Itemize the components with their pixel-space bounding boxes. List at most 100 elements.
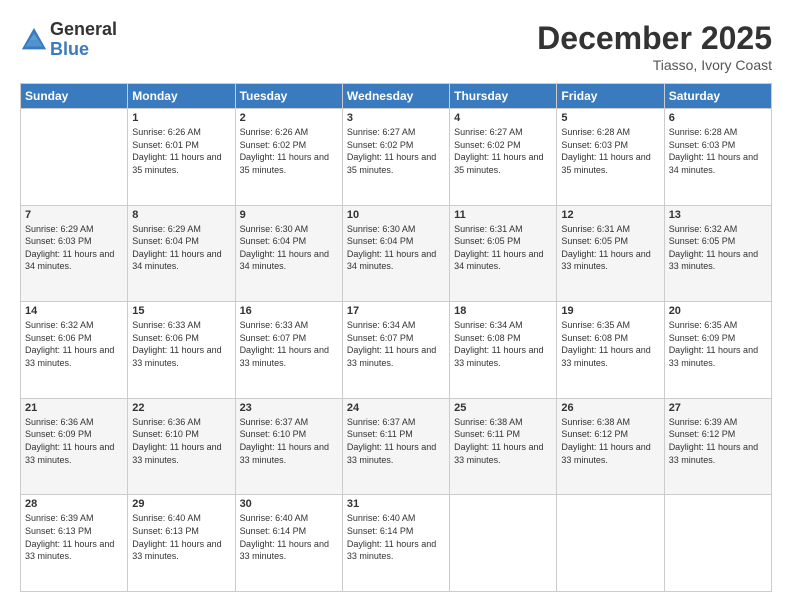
- calendar: SundayMondayTuesdayWednesdayThursdayFrid…: [20, 83, 772, 592]
- day-info: Sunrise: 6:35 AMSunset: 6:09 PMDaylight:…: [669, 319, 767, 369]
- header-day: Tuesday: [235, 84, 342, 109]
- day-number: 19: [561, 305, 659, 317]
- day-info: Sunrise: 6:32 AMSunset: 6:05 PMDaylight:…: [669, 223, 767, 273]
- month-title: December 2025: [537, 20, 772, 57]
- day-info: Sunrise: 6:32 AMSunset: 6:06 PMDaylight:…: [25, 319, 123, 369]
- header-day: Friday: [557, 84, 664, 109]
- day-info: Sunrise: 6:33 AMSunset: 6:06 PMDaylight:…: [132, 319, 230, 369]
- day-number: 11: [454, 209, 552, 221]
- header-day: Sunday: [21, 84, 128, 109]
- calendar-cell: 5 Sunrise: 6:28 AMSunset: 6:03 PMDaylight…: [557, 109, 664, 206]
- day-info: Sunrise: 6:27 AMSunset: 6:02 PMDaylight:…: [347, 126, 445, 176]
- calendar-cell: 8 Sunrise: 6:29 AMSunset: 6:04 PMDaylight…: [128, 205, 235, 302]
- calendar-cell: 19 Sunrise: 6:35 AMSunset: 6:08 PMDayligh…: [557, 302, 664, 399]
- calendar-week: 21Sunrise: 6:36 AMSunset: 6:09 PMDayligh…: [21, 398, 772, 495]
- day-number: 13: [669, 209, 767, 221]
- day-number: 16: [240, 305, 338, 317]
- logo-blue: Blue: [50, 40, 117, 60]
- calendar-cell: 9 Sunrise: 6:30 AMSunset: 6:04 PMDaylight…: [235, 205, 342, 302]
- calendar-cell: 14 Sunrise: 6:32 AMSunset: 6:06 PMDayligh…: [21, 302, 128, 399]
- day-info: Sunrise: 6:38 AMSunset: 6:12 PMDaylight:…: [561, 416, 659, 466]
- logo-text: General Blue: [50, 20, 117, 60]
- day-number: 9: [240, 209, 338, 221]
- calendar-cell: 21Sunrise: 6:36 AMSunset: 6:09 PMDayligh…: [21, 398, 128, 495]
- day-number: 21: [25, 402, 123, 414]
- calendar-cell: 25Sunrise: 6:38 AMSunset: 6:11 PMDayligh…: [450, 398, 557, 495]
- day-number: 8: [132, 209, 230, 221]
- day-info: Sunrise: 6:30 AMSunset: 6:04 PMDaylight:…: [347, 223, 445, 273]
- calendar-cell: 18Sunrise: 6:34 AMSunset: 6:08 PMDayligh…: [450, 302, 557, 399]
- calendar-cell: [21, 109, 128, 206]
- logo-icon: [20, 26, 48, 54]
- day-number: 29: [132, 498, 230, 510]
- location: Tiasso, Ivory Coast: [537, 57, 772, 73]
- day-number: 12: [561, 209, 659, 221]
- day-number: 22: [132, 402, 230, 414]
- day-info: Sunrise: 6:26 AMSunset: 6:01 PMDaylight:…: [132, 126, 230, 176]
- day-info: Sunrise: 6:36 AMSunset: 6:10 PMDaylight:…: [132, 416, 230, 466]
- day-number: 4: [454, 112, 552, 124]
- day-number: 3: [347, 112, 445, 124]
- day-number: 28: [25, 498, 123, 510]
- day-info: Sunrise: 6:39 AMSunset: 6:13 PMDaylight:…: [25, 512, 123, 562]
- day-info: Sunrise: 6:37 AMSunset: 6:11 PMDaylight:…: [347, 416, 445, 466]
- calendar-cell: 22 Sunrise: 6:36 AMSunset: 6:10 PMDayligh…: [128, 398, 235, 495]
- header-day: Monday: [128, 84, 235, 109]
- day-number: 15: [132, 305, 230, 317]
- day-number: 2: [240, 112, 338, 124]
- logo: General Blue: [20, 20, 117, 60]
- calendar-cell: [450, 495, 557, 592]
- day-info: Sunrise: 6:26 AMSunset: 6:02 PMDaylight:…: [240, 126, 338, 176]
- calendar-cell: 30 Sunrise: 6:40 AMSunset: 6:14 PMDayligh…: [235, 495, 342, 592]
- day-number: 23: [240, 402, 338, 414]
- calendar-cell: 3 Sunrise: 6:27 AMSunset: 6:02 PMDaylight…: [342, 109, 449, 206]
- day-info: Sunrise: 6:28 AMSunset: 6:03 PMDaylight:…: [561, 126, 659, 176]
- calendar-cell: 15 Sunrise: 6:33 AMSunset: 6:06 PMDayligh…: [128, 302, 235, 399]
- day-info: Sunrise: 6:40 AMSunset: 6:14 PMDaylight:…: [347, 512, 445, 562]
- logo-general: General: [50, 20, 117, 40]
- day-info: Sunrise: 6:29 AMSunset: 6:04 PMDaylight:…: [132, 223, 230, 273]
- day-info: Sunrise: 6:38 AMSunset: 6:11 PMDaylight:…: [454, 416, 552, 466]
- day-number: 18: [454, 305, 552, 317]
- day-info: Sunrise: 6:39 AMSunset: 6:12 PMDaylight:…: [669, 416, 767, 466]
- calendar-week: 1 Sunrise: 6:26 AMSunset: 6:01 PMDaylight…: [21, 109, 772, 206]
- day-number: 27: [669, 402, 767, 414]
- day-info: Sunrise: 6:28 AMSunset: 6:03 PMDaylight:…: [669, 126, 767, 176]
- day-number: 24: [347, 402, 445, 414]
- calendar-cell: 6Sunrise: 6:28 AMSunset: 6:03 PMDaylight…: [664, 109, 771, 206]
- calendar-cell: 7Sunrise: 6:29 AMSunset: 6:03 PMDaylight…: [21, 205, 128, 302]
- day-number: 10: [347, 209, 445, 221]
- day-number: 5: [561, 112, 659, 124]
- day-info: Sunrise: 6:29 AMSunset: 6:03 PMDaylight:…: [25, 223, 123, 273]
- day-number: 26: [561, 402, 659, 414]
- day-info: Sunrise: 6:35 AMSunset: 6:08 PMDaylight:…: [561, 319, 659, 369]
- calendar-cell: 10 Sunrise: 6:30 AMSunset: 6:04 PMDayligh…: [342, 205, 449, 302]
- calendar-cell: 2 Sunrise: 6:26 AMSunset: 6:02 PMDaylight…: [235, 109, 342, 206]
- day-info: Sunrise: 6:40 AMSunset: 6:14 PMDaylight:…: [240, 512, 338, 562]
- calendar-cell: [557, 495, 664, 592]
- calendar-cell: 4 Sunrise: 6:27 AMSunset: 6:02 PMDaylight…: [450, 109, 557, 206]
- calendar-week: 28 Sunrise: 6:39 AMSunset: 6:13 PMDayligh…: [21, 495, 772, 592]
- day-number: 1: [132, 112, 230, 124]
- day-info: Sunrise: 6:31 AMSunset: 6:05 PMDaylight:…: [561, 223, 659, 273]
- day-number: 17: [347, 305, 445, 317]
- day-info: Sunrise: 6:40 AMSunset: 6:13 PMDaylight:…: [132, 512, 230, 562]
- day-info: Sunrise: 6:37 AMSunset: 6:10 PMDaylight:…: [240, 416, 338, 466]
- day-info: Sunrise: 6:27 AMSunset: 6:02 PMDaylight:…: [454, 126, 552, 176]
- calendar-cell: 12 Sunrise: 6:31 AMSunset: 6:05 PMDayligh…: [557, 205, 664, 302]
- day-info: Sunrise: 6:33 AMSunset: 6:07 PMDaylight:…: [240, 319, 338, 369]
- day-info: Sunrise: 6:30 AMSunset: 6:04 PMDaylight:…: [240, 223, 338, 273]
- day-info: Sunrise: 6:31 AMSunset: 6:05 PMDaylight:…: [454, 223, 552, 273]
- header-day: Saturday: [664, 84, 771, 109]
- day-number: 30: [240, 498, 338, 510]
- day-number: 31: [347, 498, 445, 510]
- calendar-cell: 31 Sunrise: 6:40 AMSunset: 6:14 PMDayligh…: [342, 495, 449, 592]
- header-day: Wednesday: [342, 84, 449, 109]
- day-info: Sunrise: 6:34 AMSunset: 6:07 PMDaylight:…: [347, 319, 445, 369]
- calendar-cell: [664, 495, 771, 592]
- calendar-cell: 20 Sunrise: 6:35 AMSunset: 6:09 PMDayligh…: [664, 302, 771, 399]
- day-number: 20: [669, 305, 767, 317]
- day-number: 14: [25, 305, 123, 317]
- calendar-cell: 26 Sunrise: 6:38 AMSunset: 6:12 PMDayligh…: [557, 398, 664, 495]
- calendar-cell: 29 Sunrise: 6:40 AMSunset: 6:13 PMDayligh…: [128, 495, 235, 592]
